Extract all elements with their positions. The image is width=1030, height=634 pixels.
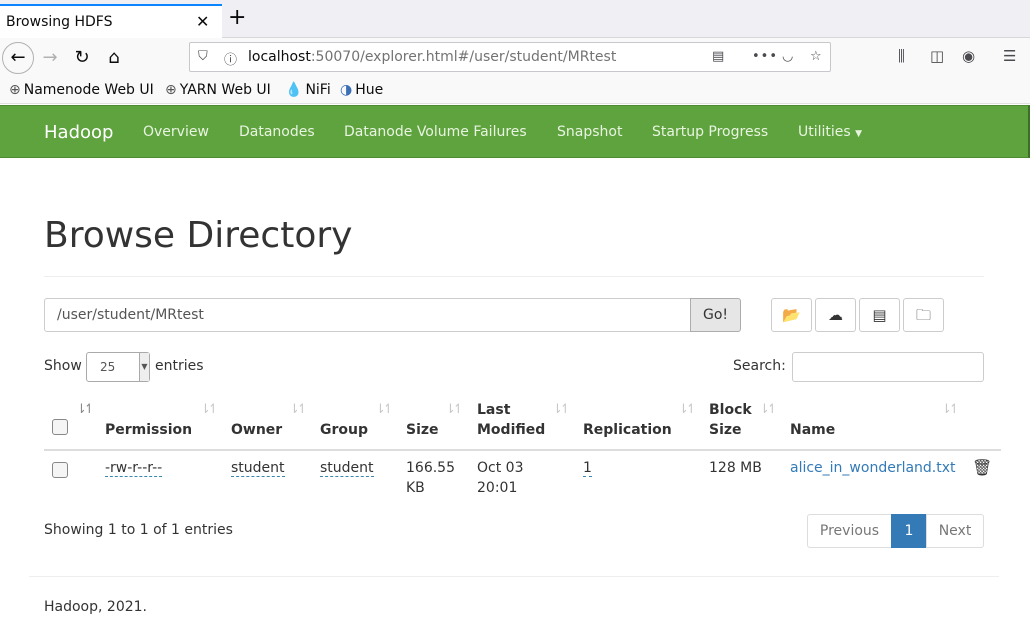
previous-page-button[interactable]: Previous bbox=[807, 514, 892, 548]
sort-icon[interactable]: ⇂↿ bbox=[678, 402, 697, 417]
account-icon[interactable]: ◉ bbox=[962, 47, 975, 65]
trash-icon[interactable]: 🗑 bbox=[972, 458, 992, 477]
sidebar-icon[interactable]: ◫ bbox=[930, 47, 944, 65]
browser-tab-bar: Browsing HDFS ✕ + bbox=[0, 0, 1030, 38]
hue-logo-icon: ◑ bbox=[340, 82, 353, 98]
globe-icon: ⊕ bbox=[9, 82, 21, 98]
header-group[interactable]: Group bbox=[320, 420, 368, 440]
pocket-icon[interactable]: ◡ bbox=[782, 49, 793, 64]
sort-icon[interactable]: ⇂↿ bbox=[445, 402, 464, 417]
header-replication[interactable]: Replication bbox=[583, 420, 672, 440]
globe-icon: ⊕ bbox=[165, 82, 177, 98]
info-icon[interactable]: ⓘ bbox=[224, 49, 237, 68]
nav-utilities[interactable]: Utilities ▼ bbox=[798, 124, 862, 140]
bookmark-yarn[interactable]: ⊕ YARN Web UI bbox=[165, 82, 271, 98]
bookmark-hue[interactable]: ◑ Hue bbox=[340, 82, 383, 98]
bookmarks-toolbar: ⊕ Namenode Web UI ⊕ YARN Web UI 💧 NiFi ◑ Hue bbox=[0, 78, 1030, 104]
footer-text: Hadoop, 2021. bbox=[44, 599, 147, 615]
nav-volume-failures[interactable]: Datanode Volume Failures bbox=[344, 124, 527, 140]
new-tab-icon[interactable]: + bbox=[228, 6, 246, 30]
cell-last-modified: Oct 03 20:01 bbox=[477, 460, 524, 496]
more-actions-icon[interactable]: ••• bbox=[752, 49, 778, 64]
directory-path-input[interactable] bbox=[44, 298, 692, 332]
bookmark-star-icon[interactable]: ☆ bbox=[810, 49, 822, 64]
reload-icon[interactable]: ↻ bbox=[68, 44, 96, 72]
divider bbox=[44, 276, 984, 277]
nav-startup-progress[interactable]: Startup Progress bbox=[652, 124, 768, 140]
sort-icon[interactable]: ⇂↿ bbox=[289, 402, 308, 417]
brand-link[interactable]: Hadoop bbox=[44, 122, 113, 143]
back-arrow-icon[interactable]: ← bbox=[2, 42, 34, 74]
create-directory-button[interactable]: 📂 bbox=[771, 298, 812, 332]
browser-toolbar: ← → ↻ ⌂ ⛉ ⓘ localhost:50070/explorer.htm… bbox=[0, 38, 1030, 78]
header-block-size[interactable]: Block Size bbox=[709, 400, 752, 440]
select-all-checkbox[interactable] bbox=[52, 419, 68, 435]
page-1-button[interactable]: 1 bbox=[891, 514, 927, 548]
table-info: Showing 1 to 1 of 1 entries bbox=[44, 522, 233, 538]
cell-size: 166.55 KB bbox=[406, 460, 455, 496]
sort-asc-icon[interactable]: ⇂↿ bbox=[76, 402, 95, 417]
header-name[interactable]: Name bbox=[790, 420, 835, 440]
url-text[interactable]: localhost:50070/explorer.html#/user/stud… bbox=[248, 49, 616, 65]
show-label: Show bbox=[44, 358, 82, 374]
list-alt-icon: ▤ bbox=[872, 306, 887, 324]
header-size[interactable]: Size bbox=[406, 420, 439, 440]
bookmark-namenode[interactable]: ⊕ Namenode Web UI bbox=[9, 82, 154, 98]
sort-icon[interactable]: ⇂↿ bbox=[200, 402, 219, 417]
shield-icon[interactable]: ⛉ bbox=[198, 49, 208, 64]
table-header-divider bbox=[44, 449, 1001, 451]
bookmark-nifi[interactable]: 💧 NiFi bbox=[285, 82, 331, 98]
footer-divider bbox=[29, 576, 999, 577]
header-permission[interactable]: Permission bbox=[105, 420, 192, 440]
drop-icon: 💧 bbox=[285, 82, 303, 98]
sort-icon[interactable]: ⇂↿ bbox=[941, 402, 960, 417]
cloud-upload-icon: ☁ bbox=[828, 306, 843, 324]
hadoop-navbar: Hadoop Overview Datanodes Datanode Volum… bbox=[0, 105, 1030, 158]
sort-icon[interactable]: ⇂↿ bbox=[375, 402, 394, 417]
entries-label: entries bbox=[155, 358, 204, 374]
cell-block-size: 128 MB bbox=[709, 460, 762, 476]
cell-replication[interactable]: 1 bbox=[583, 458, 592, 478]
cell-permission[interactable]: -rw-r--r-- bbox=[105, 458, 163, 478]
close-tab-icon[interactable]: ✕ bbox=[196, 12, 209, 31]
home-icon[interactable]: ⌂ bbox=[100, 44, 128, 72]
library-icon[interactable]: ⫼ bbox=[898, 47, 905, 65]
nav-datanodes[interactable]: Datanodes bbox=[239, 124, 315, 140]
forward-arrow-icon[interactable]: → bbox=[36, 44, 64, 72]
folder-open-icon: 📂 bbox=[782, 306, 801, 324]
upload-button[interactable]: ☁ bbox=[815, 298, 856, 332]
search-input[interactable] bbox=[792, 352, 984, 382]
sort-icon[interactable]: ⇂↿ bbox=[552, 402, 571, 417]
nav-snapshot[interactable]: Snapshot bbox=[557, 124, 622, 140]
reader-view-icon[interactable]: ▤ bbox=[712, 49, 724, 64]
go-button[interactable]: Go! bbox=[690, 298, 741, 332]
folder-share-icon: 🗀 bbox=[915, 306, 931, 324]
cell-owner[interactable]: student bbox=[231, 458, 285, 478]
next-page-button[interactable]: Next bbox=[926, 514, 984, 548]
row-checkbox[interactable] bbox=[52, 462, 68, 478]
header-last-modified[interactable]: Last Modified bbox=[477, 400, 545, 440]
page-title: Browse Directory bbox=[44, 215, 353, 256]
search-label: Search: bbox=[733, 358, 786, 374]
nav-overview[interactable]: Overview bbox=[143, 124, 209, 140]
header-owner[interactable]: Owner bbox=[231, 420, 282, 440]
caret-down-icon: ▼ bbox=[855, 129, 863, 139]
cut-paste-button[interactable]: ▤ bbox=[859, 298, 900, 332]
entries-per-page-select[interactable]: 25 ▼ bbox=[86, 352, 150, 382]
paste-button[interactable]: 🗀 bbox=[903, 298, 944, 332]
cell-group[interactable]: student bbox=[320, 458, 374, 478]
url-bar[interactable]: ⛉ ⓘ localhost:50070/explorer.html#/user/… bbox=[189, 42, 831, 72]
chevron-down-icon: ▼ bbox=[139, 353, 149, 381]
browser-tab[interactable]: Browsing HDFS ✕ bbox=[0, 4, 222, 38]
menu-icon[interactable]: ☰ bbox=[1003, 47, 1016, 65]
file-name-link[interactable]: alice_in_wonderland.txt bbox=[790, 458, 956, 478]
tab-title: Browsing HDFS bbox=[6, 14, 113, 30]
sort-icon[interactable]: ⇂↿ bbox=[759, 402, 778, 417]
